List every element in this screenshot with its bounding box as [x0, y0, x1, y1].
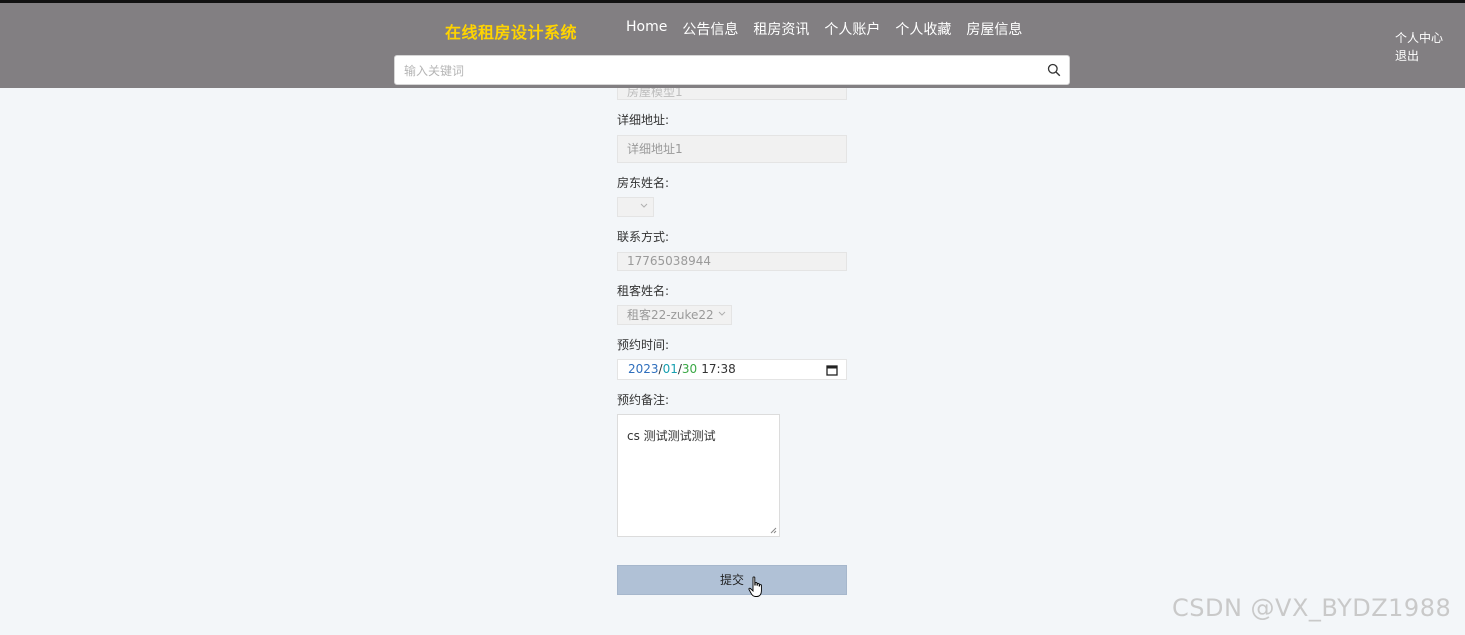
notes-textarea[interactable]: cs 测试测试测试 — [617, 414, 780, 537]
site-title[interactable]: 在线租房设计系统 — [445, 19, 577, 43]
contact-field: 17765038944 — [617, 252, 847, 271]
nav-rental-news[interactable]: 租房资讯 — [753, 19, 809, 39]
appointment-time-input[interactable]: 2023/01/30 17:38 — [617, 359, 847, 380]
calendar-icon[interactable] — [826, 364, 838, 376]
contact-label: 联系方式: — [617, 230, 670, 244]
hand-pointer-icon — [748, 576, 762, 597]
user-center-link[interactable]: 个人中心 — [1395, 29, 1443, 47]
search-input[interactable] — [395, 56, 1046, 86]
tenant-name-value: 租客22-zuke22 — [627, 308, 714, 322]
user-menu: 个人中心 退出 — [1395, 29, 1443, 65]
top-navigation-bar: 在线租房设计系统 Home 公告信息 租房资讯 个人账户 个人收藏 房屋信息 个… — [0, 3, 1465, 88]
search-icon[interactable] — [1047, 63, 1061, 77]
address-field: 详细地址1 — [617, 135, 847, 163]
submit-button[interactable]: 提交 — [617, 565, 847, 595]
nav-house-info[interactable]: 房屋信息 — [966, 19, 1022, 39]
landlord-name-label: 房东姓名: — [617, 176, 670, 190]
notes-label: 预约备注: — [617, 393, 670, 407]
resize-grip-icon[interactable] — [770, 527, 777, 534]
date-month: 01 — [662, 362, 678, 376]
tenant-name-select[interactable]: 租客22-zuke22 — [617, 305, 732, 325]
date-time: 17:38 — [701, 362, 736, 376]
watermark: CSDN @VX_BYDZ1988 — [1172, 594, 1452, 622]
date-day: 30 — [681, 362, 698, 376]
chevron-down-icon — [718, 311, 726, 316]
logout-link[interactable]: 退出 — [1395, 47, 1443, 65]
main-nav: Home 公告信息 租房资讯 个人账户 个人收藏 房屋信息 — [626, 19, 1022, 39]
address-label: 详细地址: — [617, 113, 670, 127]
appointment-time-label: 预约时间: — [617, 338, 670, 352]
nav-home[interactable]: Home — [626, 19, 667, 39]
date-year: 2023 — [628, 362, 659, 376]
notes-value: cs 测试测试测试 — [627, 429, 716, 443]
nav-personal-account[interactable]: 个人账户 — [824, 19, 880, 39]
chevron-down-icon — [640, 203, 648, 208]
tenant-name-label: 租客姓名: — [617, 284, 670, 298]
landlord-name-select[interactable] — [617, 197, 654, 217]
nav-favorites[interactable]: 个人收藏 — [895, 19, 951, 39]
nav-announcements[interactable]: 公告信息 — [682, 19, 738, 39]
search-bar — [394, 55, 1070, 86]
